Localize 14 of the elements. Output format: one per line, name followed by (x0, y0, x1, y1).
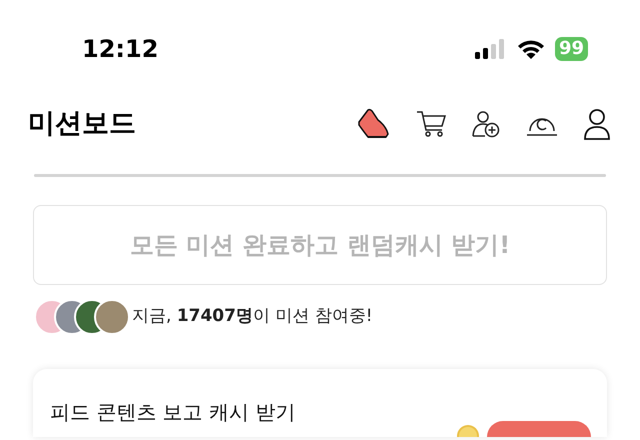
banner-button[interactable]: 모든 미션 완료하고 랜덤캐시 받기! (33, 205, 607, 285)
coin-icon (457, 425, 479, 437)
status-time: 12:12 (82, 34, 158, 65)
cart-icon[interactable] (416, 110, 446, 138)
wifi-icon (516, 39, 545, 59)
battery-level: 99 (554, 37, 588, 61)
profile-icon[interactable] (584, 108, 610, 140)
mission-title: 피드 콘텐츠 보고 캐시 받기 (50, 400, 296, 424)
participants-text: 지금, 17407명이 미션 참여중! (132, 305, 373, 328)
start-button[interactable] (487, 421, 591, 437)
avatar (94, 299, 130, 335)
signal-icon (474, 39, 507, 59)
page-title: 미션보드 (28, 106, 136, 141)
add-friend-icon[interactable] (472, 110, 500, 138)
